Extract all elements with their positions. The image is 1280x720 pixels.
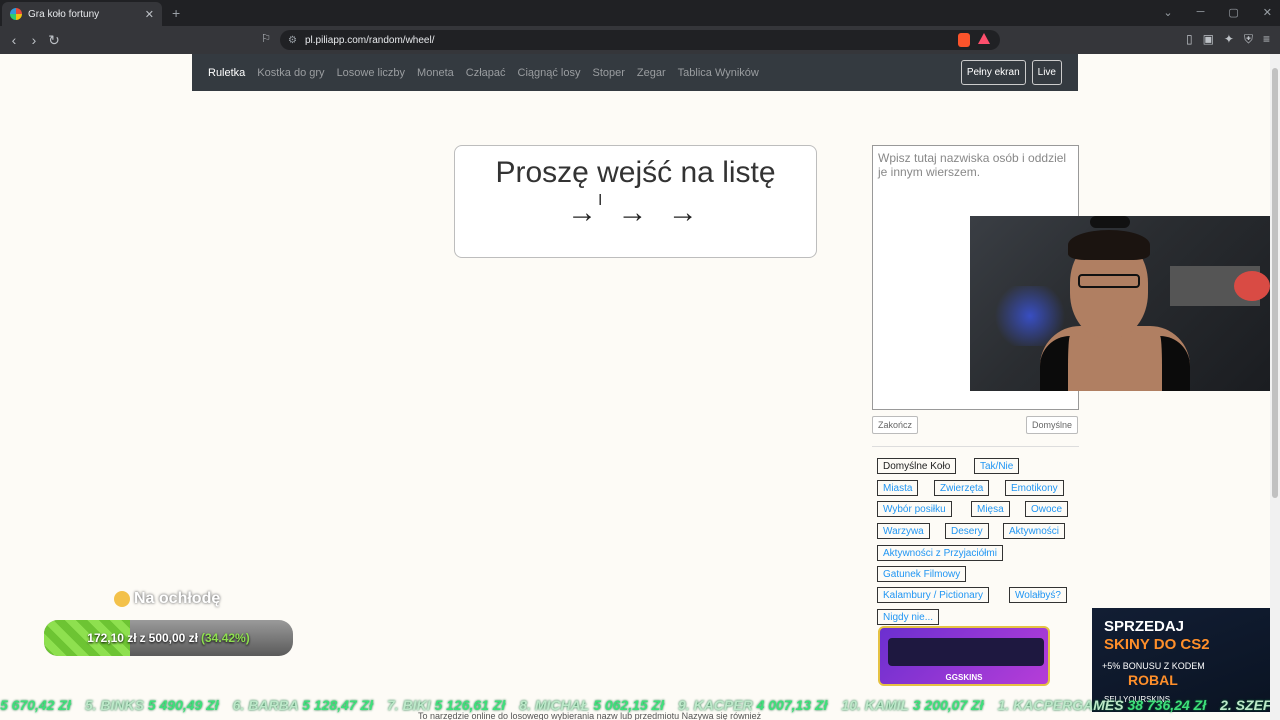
ad-subheadline: SKINY DO CS2 [1104,636,1210,653]
goal-of: z [139,631,146,645]
fullscreen-button[interactable]: Pełny ekran [960,60,1026,85]
preset-pictionary[interactable]: Kalambury / Pictionary [877,587,990,603]
window-controls: ⌄ ─ ▢ ✕ [1163,6,1272,19]
close-window-icon[interactable]: ✕ [1263,6,1272,19]
preset-meal[interactable]: Wybór posiłku [877,501,952,517]
skins-preview [888,638,1044,666]
webcam-overlay [970,216,1280,391]
preset-animals[interactable]: Zwierzęta [934,480,990,496]
wheel-area[interactable]: Proszę wejść na listę → → → [454,145,817,258]
forward-icon[interactable]: › [24,32,44,48]
leo-ai-icon[interactable]: ✦ [1224,32,1234,47]
new-tab-button[interactable]: + [172,5,180,21]
nav-random-numbers[interactable]: Losowe liczby [337,67,405,79]
back-icon[interactable]: ‹ [4,32,24,48]
nav-scoreboard[interactable]: Tablica Wyników [678,67,759,79]
brave-rewards-icon[interactable] [978,33,990,44]
enter-list-message: Proszę wejść na listę [495,156,776,189]
nav-clock[interactable]: Zegar [637,67,666,79]
ticker-entry: 6. BARBA 5 128,47 Zł [232,697,373,713]
minimize-icon[interactable]: ─ [1197,6,1205,19]
reload-icon[interactable]: ↻ [44,32,64,49]
tab-title: Gra koło fortuny [28,8,100,20]
preset-default-wheel[interactable]: Domyślne Koło [877,458,957,474]
donation-goal-bar: 172,10 zł z 500,00 zł (34.42%) [44,620,293,656]
ggskins-logo: GGSKINS [945,673,983,682]
ticker-entry: 5 670,42 Zł [0,697,71,713]
toolbar-actions: ▯ ▣ ✦ ⛨ ≡ [1186,32,1270,47]
nav-coin[interactable]: Moneta [417,67,454,79]
finish-button[interactable]: Zakończ [872,416,919,434]
preset-desserts[interactable]: Desery [945,523,989,539]
browser-tab-bar: Gra koło fortuny ✕ + ⌄ ─ ▢ ✕ [0,0,1280,26]
live-button[interactable]: Live [1031,60,1062,85]
preset-emoticons[interactable]: Emotikony [1005,480,1064,496]
goal-percent: (34.42%) [201,631,250,645]
preset-would-you-rather[interactable]: Wolałbyś? [1009,587,1067,603]
preset-vegetables[interactable]: Warzywa [877,523,930,539]
nav-shuffle[interactable]: Człapać [466,67,506,79]
close-tab-icon[interactable]: ✕ [145,8,154,21]
goal-current: 172,10 zł [87,631,137,645]
ticker-entry: 10. KAMIL 3 200,07 Zł [841,697,984,713]
ticker-entry: 1. KACPERGAMES 38 736,24 Zł [997,697,1207,713]
nav-ruletka[interactable]: Ruletka [208,67,245,79]
sidebar-icon[interactable]: ▯ [1186,32,1193,47]
vpn-icon[interactable]: ⛨ [1244,32,1253,47]
brave-shields-icon[interactable] [958,33,970,47]
preset-activities-friends[interactable]: Aktywności z Przyjaciółmi [877,545,1003,561]
nav-draw-lots[interactable]: Ciągnąć losy [518,67,581,79]
footer-description: To narzędzie online do losowego wybieran… [418,711,762,720]
preset-cities[interactable]: Miasta [877,480,919,496]
goal-target: 500,00 zł [148,631,199,645]
ad-headline: SPRZEDAJ [1104,618,1185,635]
nav-dice[interactable]: Kostka do gry [257,67,324,79]
bookmark-icon[interactable]: ⚐ [256,32,276,45]
address-bar[interactable]: ⚙ pl.piliapp.com/random/wheel/ [280,30,1000,50]
menu-icon[interactable]: ≡ [1263,32,1270,47]
preset-fruits[interactable]: Owoce [1025,501,1069,517]
goal-title: Na ochłodę [114,590,220,608]
default-button[interactable]: Domyślne [1026,416,1079,434]
ggskins-ad[interactable]: GGSKINS [878,626,1050,686]
page-scrollbar[interactable] [1270,54,1280,720]
ticker-entry: 5. BINKS 5 490,49 Zł [84,697,219,713]
preset-meats[interactable]: Mięsa [971,501,1010,517]
divider [872,446,1079,447]
text-cursor-icon: I [598,192,603,209]
wallet-icon[interactable]: ▣ [1203,32,1214,47]
ad-code: ROBAL [1128,672,1178,688]
site-info-icon[interactable]: ⚙ [288,35,297,46]
browser-tab[interactable]: Gra koło fortuny ✕ [2,2,162,26]
preset-film-genre[interactable]: Gatunek Filmowy [877,566,967,582]
nav-stopwatch[interactable]: Stoper [592,67,624,79]
site-navbar: Ruletka Kostka do gry Losowe liczby Mone… [192,54,1078,91]
arrow-right-icons: → → → [567,196,704,229]
chevron-down-icon[interactable]: ⌄ [1163,6,1172,19]
maximize-icon[interactable]: ▢ [1228,6,1238,19]
url-text: pl.piliapp.com/random/wheel/ [304,34,435,46]
cool-emoji-icon [114,591,130,607]
browser-toolbar: ‹ › ↻ ⚐ ⚙ pl.piliapp.com/random/wheel/ ▯… [0,26,1280,54]
ad-bonus-text: +5% BONUSU Z KODEM [1102,661,1205,671]
preset-never-have-i[interactable]: Nigdy nie... [877,609,940,625]
preset-yes-no[interactable]: Tak/Nie [974,458,1020,474]
preset-activities[interactable]: Aktywności [1003,523,1066,539]
wheel-favicon-icon [10,8,22,20]
goal-text: 172,10 zł z 500,00 zł (34.42%) [44,620,293,656]
